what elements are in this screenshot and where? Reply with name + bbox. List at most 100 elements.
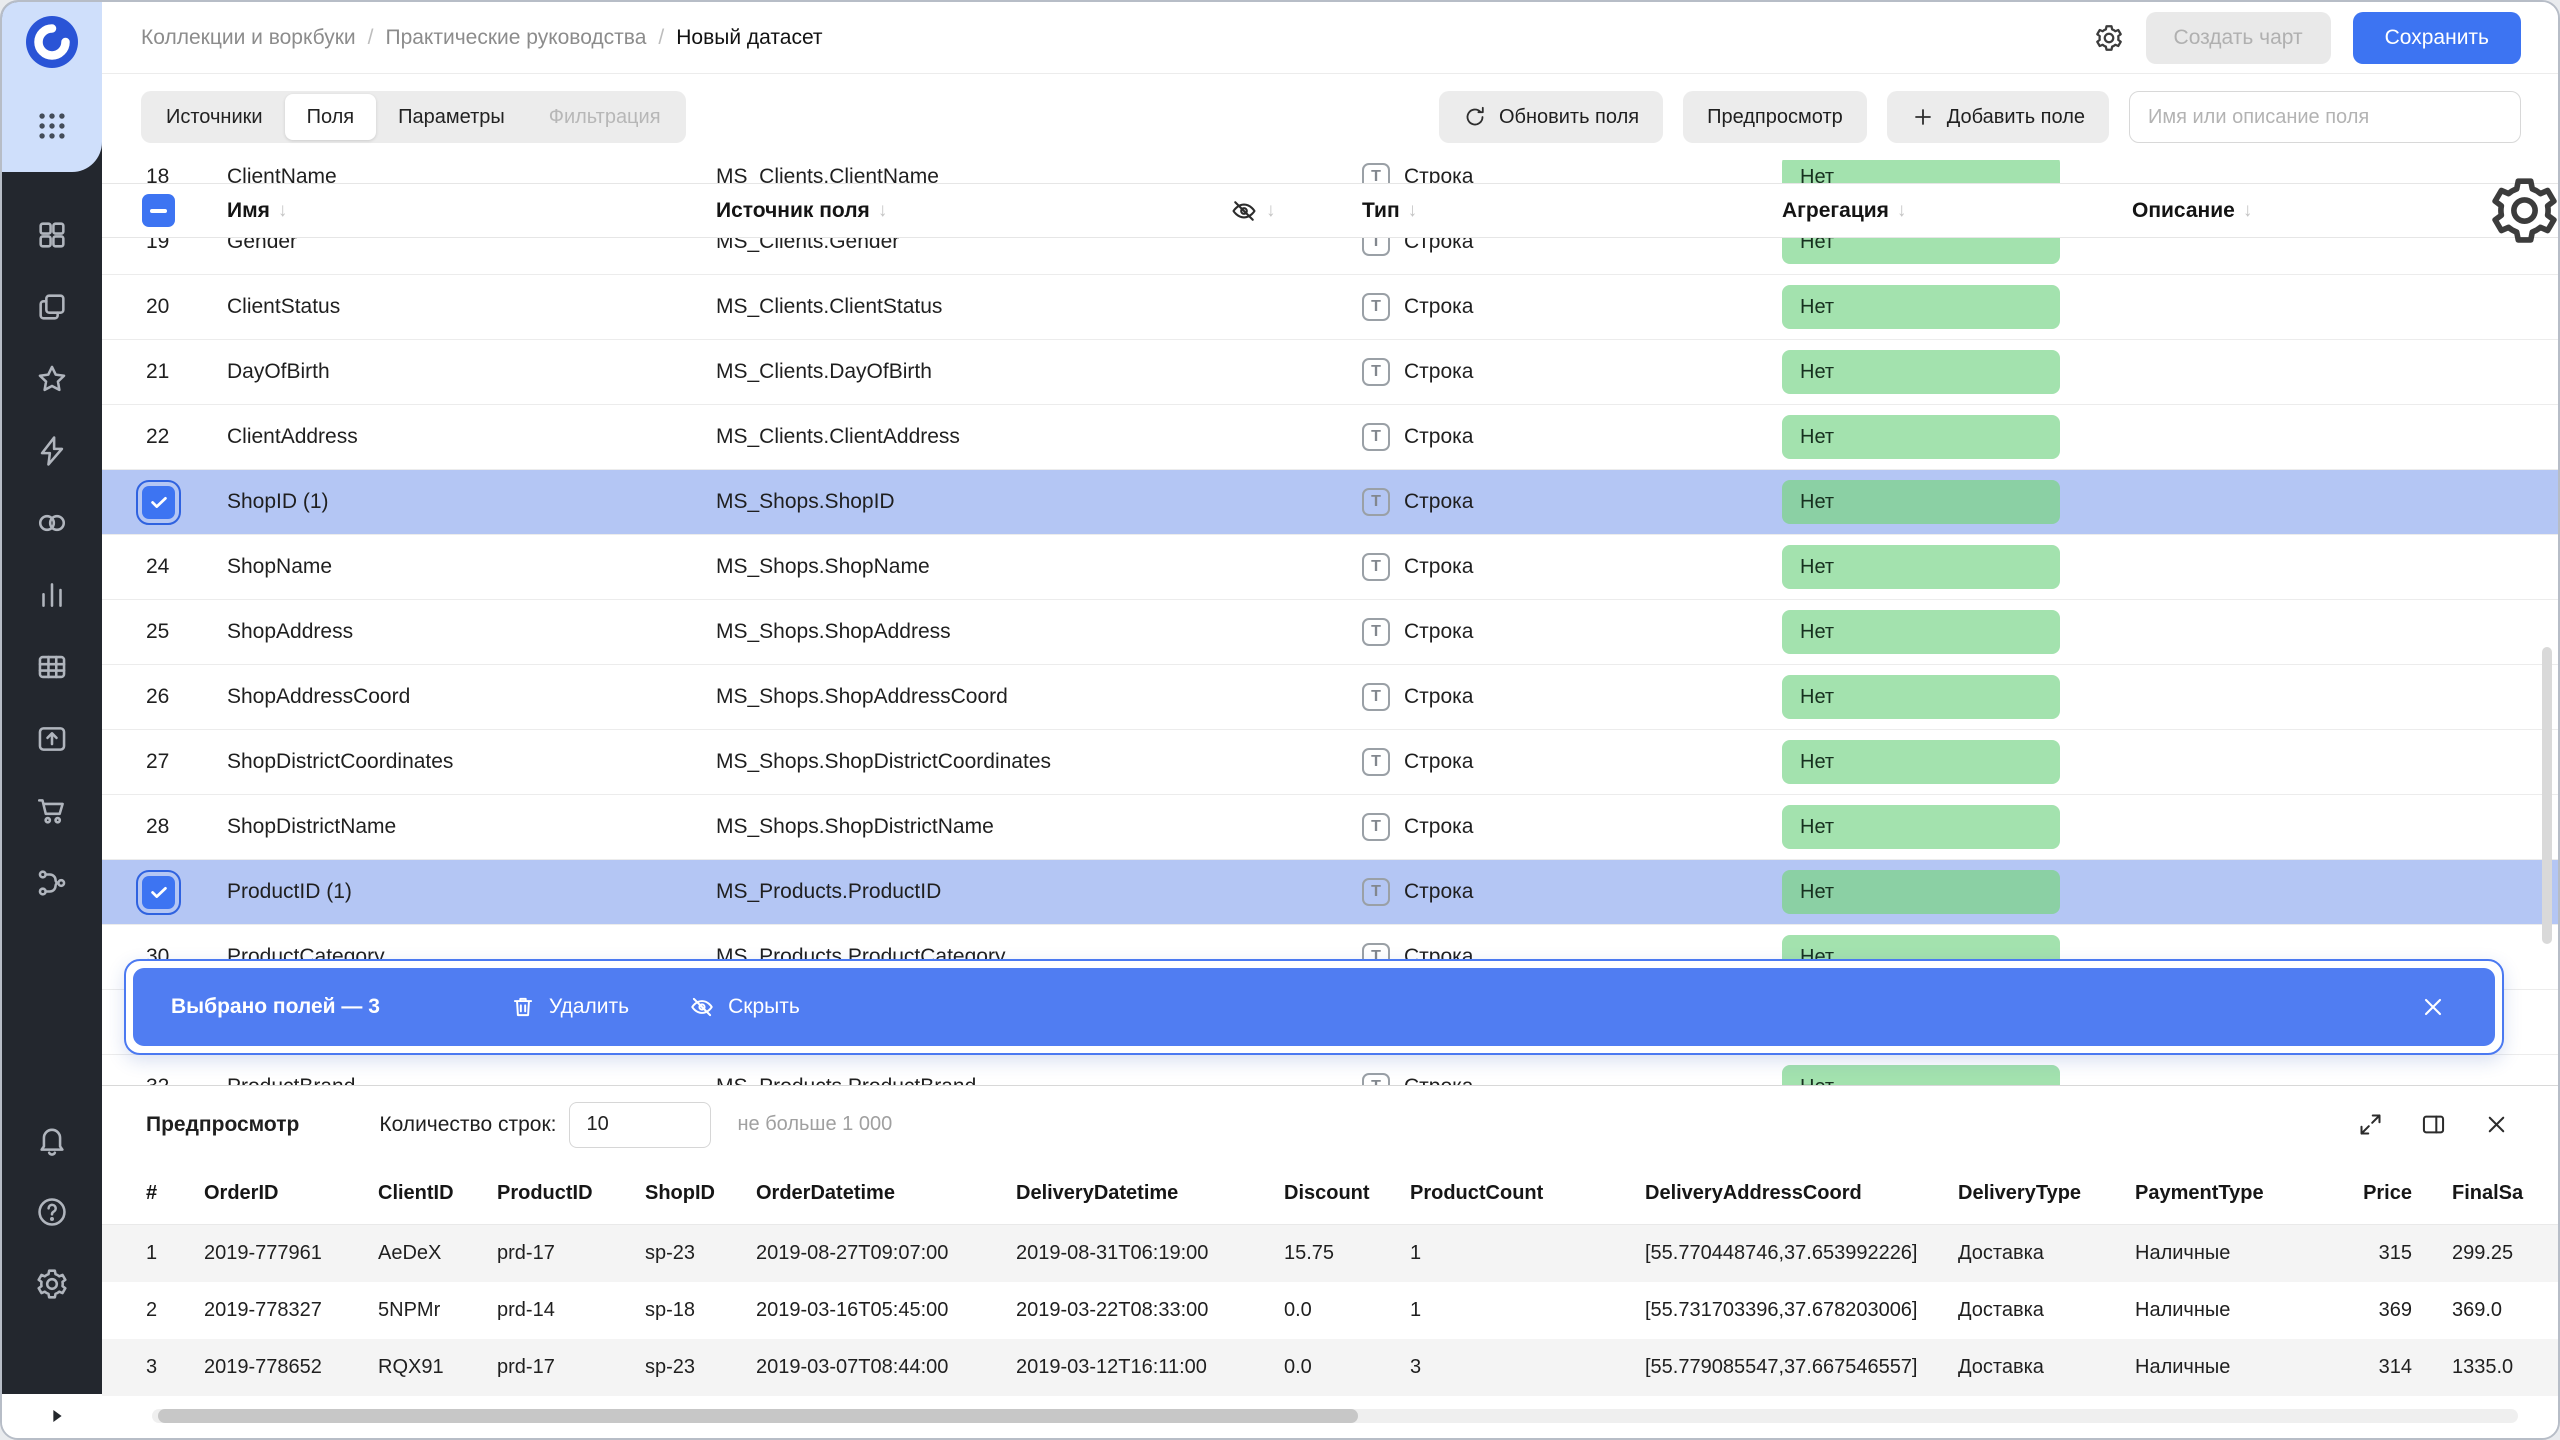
field-row[interactable]: 32 ProductBrand MS_Products.ProductBrand… [102,1055,2558,1085]
tab[interactable]: Поля [285,94,377,140]
help-icon[interactable] [35,1195,69,1229]
preview-column-header[interactable]: # [146,1182,204,1205]
field-type[interactable]: Строка [1362,358,1782,386]
preview-button[interactable]: Предпросмотр [1683,91,1867,143]
field-aggregation-cell: Нет [1782,350,2132,394]
hide-selected-button[interactable]: Скрыть [689,994,800,1020]
datalens-logo[interactable] [25,15,79,69]
marketplace-icon[interactable] [35,794,69,828]
horizontal-scrollbar[interactable] [152,1409,2518,1423]
vertical-scrollbar-thumb[interactable] [2542,647,2552,944]
preview-column-header[interactable]: FinalSa [2412,1182,2560,1205]
datasets-icon[interactable] [35,650,69,684]
column-header-description[interactable]: Описание↓ [2132,199,2487,223]
field-type[interactable]: Строка [1362,553,1782,581]
dataset-settings-gear-icon[interactable] [2094,23,2124,53]
field-row[interactable]: 22 ClientAddress MS_Clients.ClientAddres… [102,405,2558,470]
preview-column-header[interactable]: OrderID [204,1182,378,1205]
field-type[interactable]: Строка [1362,878,1782,906]
column-header-aggregation[interactable]: Агрегация↓ [1782,199,2132,223]
close-selection-bar-icon[interactable] [2419,993,2447,1021]
preview-column-header[interactable]: Discount [1284,1182,1410,1205]
select-all-checkbox[interactable] [142,194,175,227]
aggregation-select[interactable]: Нет [1782,740,2060,784]
charts-icon[interactable] [35,578,69,612]
save-button[interactable]: Сохранить [2353,12,2521,64]
flows-icon[interactable] [35,866,69,900]
field-row[interactable]: 20 ClientStatus MS_Clients.ClientStatus … [102,275,2558,340]
expand-preview-icon[interactable] [2357,1111,2384,1138]
field-type[interactable]: Строка [1362,1073,1782,1085]
field-row[interactable]: 27 ShopDistrictCoordinates MS_Shops.Shop… [102,730,2558,795]
row-checkbox[interactable] [142,876,175,909]
aggregation-select[interactable]: Нет [1782,675,2060,719]
notifications-icon[interactable] [35,1123,69,1157]
breadcrumb-collections[interactable]: Коллекции и воркбуки [141,26,356,50]
preview-column-header[interactable]: ProductCount [1410,1182,1645,1205]
field-type[interactable]: Строка [1362,748,1782,776]
string-type-icon [1362,618,1390,646]
field-row[interactable]: 26 ShopAddressCoord MS_Shops.ShopAddress… [102,665,2558,730]
delete-selected-button[interactable]: Удалить [510,994,629,1020]
tab[interactable]: Источники [144,94,285,140]
storage-icon[interactable] [35,722,69,756]
preview-column-header[interactable]: ClientID [378,1182,497,1205]
field-row[interactable]: 21 DayOfBirth MS_Clients.DayOfBirth Стро… [102,340,2558,405]
table-settings-gear-icon[interactable] [2487,173,2558,248]
field-type[interactable]: Строка [1362,423,1782,451]
tab[interactable]: Фильтрация [527,94,683,140]
collections-icon[interactable] [35,290,69,324]
dock-panel-icon[interactable] [2420,1111,2447,1138]
aggregation-select[interactable]: Нет [1782,285,2060,329]
aggregation-select[interactable]: Нет [1782,350,2060,394]
preview-title: Предпросмотр [146,1113,299,1137]
connections-icon[interactable] [35,434,69,468]
breadcrumb-workbook[interactable]: Практические руководства [385,26,646,50]
column-header-source[interactable]: Источник поля↓ [716,199,1202,223]
preview-column-header[interactable]: Price [2283,1182,2412,1205]
column-header-name[interactable]: Имя↓ [227,199,716,223]
field-row[interactable]: 28 ShopDistrictName MS_Shops.ShopDistric… [102,795,2558,860]
horizontal-scrollbar-thumb[interactable] [158,1409,1358,1423]
field-row[interactable]: ShopID (1) MS_Shops.ShopID Строка Нет [102,470,2558,535]
column-header-type[interactable]: Тип↓ [1362,199,1782,223]
aggregation-select[interactable]: Нет [1782,415,2060,459]
preview-column-header[interactable]: DeliveryAddressCoord [1645,1182,1958,1205]
close-preview-icon[interactable] [2483,1111,2510,1138]
column-header-visibility[interactable]: ↓ [1202,197,1362,225]
aggregation-select[interactable]: Нет [1782,610,2060,654]
field-row[interactable]: ProductID (1) MS_Products.ProductID Стро… [102,860,2558,925]
preview-column-header[interactable]: PaymentType [2135,1182,2283,1205]
collapse-sidebar-button[interactable] [46,1405,68,1427]
add-field-button[interactable]: Добавить поле [1887,91,2109,143]
preview-column-header[interactable]: ProductID [497,1182,645,1205]
field-search-input[interactable] [2129,91,2521,143]
dashboards-icon[interactable] [35,218,69,252]
row-checkbox[interactable] [142,486,175,519]
preview-column-header[interactable]: ShopID [645,1182,756,1205]
aggregation-select[interactable]: Нет [1782,1065,2060,1085]
preview-column-header[interactable]: DeliveryDatetime [1016,1182,1284,1205]
field-type[interactable]: Строка [1362,618,1782,646]
string-type-icon [1362,423,1390,451]
row-count-input[interactable] [569,1102,711,1148]
services-icon[interactable] [35,506,69,540]
aggregation-select[interactable]: Нет [1782,805,2060,849]
settings-icon[interactable] [35,1267,69,1301]
field-type[interactable]: Строка [1362,683,1782,711]
preview-column-header[interactable]: DeliveryType [1958,1182,2135,1205]
aggregation-select[interactable]: Нет [1782,545,2060,589]
favorites-icon[interactable] [35,362,69,396]
field-type[interactable]: Строка [1362,813,1782,841]
create-chart-button[interactable]: Создать чарт [2146,12,2331,64]
aggregation-select[interactable]: Нет [1782,870,2060,914]
field-row[interactable]: 25 ShopAddress MS_Shops.ShopAddress Стро… [102,600,2558,665]
field-type[interactable]: Строка [1362,293,1782,321]
apps-grid-icon[interactable] [35,109,69,143]
field-row[interactable]: 24 ShopName MS_Shops.ShopName Строка Нет [102,535,2558,600]
preview-column-header[interactable]: OrderDatetime [756,1182,1016,1205]
aggregation-select[interactable]: Нет [1782,480,2060,524]
tab[interactable]: Параметры [376,94,527,140]
refresh-fields-button[interactable]: Обновить поля [1439,91,1663,143]
field-type[interactable]: Строка [1362,488,1782,516]
